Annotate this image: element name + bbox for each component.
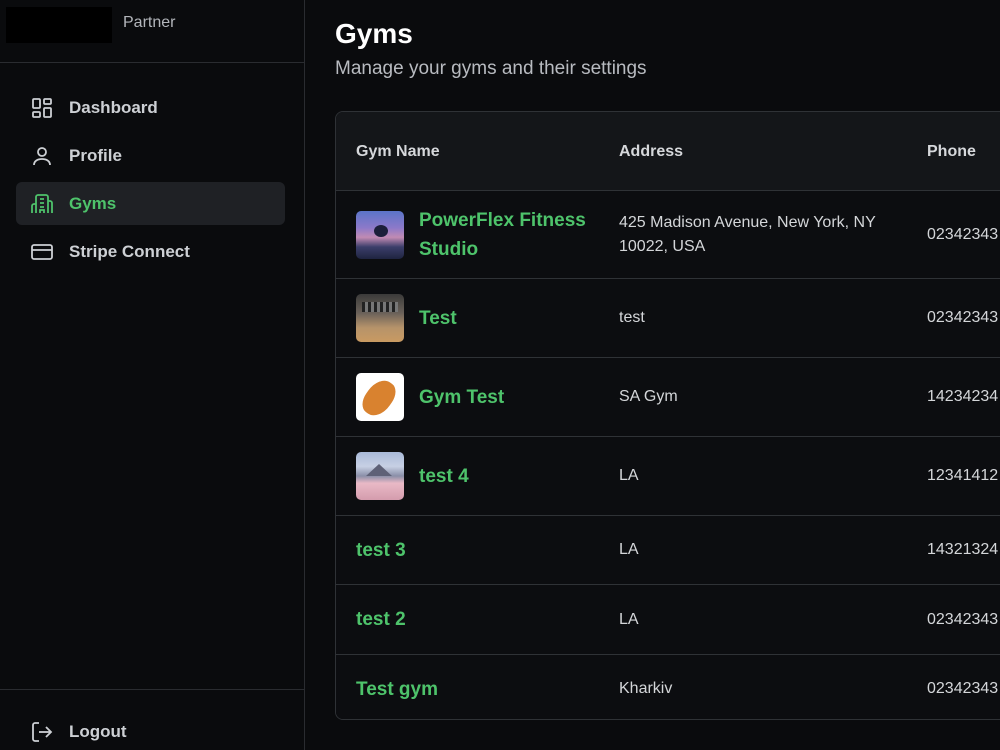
gym-name-cell: test 2	[356, 585, 536, 654]
table-row[interactable]: test 3 LA 14321324	[336, 516, 1000, 585]
gym-phone: 14234234	[927, 388, 999, 405]
credit-card-icon	[30, 240, 54, 264]
gym-name-link[interactable]: Gym Test	[419, 383, 599, 412]
gym-name-cell: Test gym	[356, 655, 536, 719]
gym-name-link[interactable]: Test gym	[356, 675, 536, 704]
user-icon	[30, 144, 54, 168]
page-title: Gyms	[335, 18, 413, 49]
gym-name-link[interactable]: Test	[419, 304, 599, 333]
sidebar-item-stripe-connect[interactable]: Stripe Connect	[16, 230, 285, 273]
brand-suffix: Partner	[123, 14, 176, 31]
sidebar-nav: Dashboard Profile Gyms Stripe Connect	[0, 63, 304, 273]
sidebar-item-dashboard[interactable]: Dashboard	[16, 86, 285, 129]
gym-name-cell: Test	[356, 279, 599, 357]
gym-thumbnail	[356, 210, 404, 259]
table-row[interactable]: PowerFlex Fitness Studio 425 Madison Ave…	[336, 191, 1000, 279]
column-header-address[interactable]: Address	[619, 143, 683, 161]
table-row[interactable]: Test test 02342343	[336, 279, 1000, 358]
gyms-table: Gym Name Address Phone PowerFlex Fitness…	[335, 111, 1000, 720]
gym-address: 425 Madison Avenue, New York, NY 10022, …	[619, 213, 876, 255]
gym-thumbnail	[356, 373, 404, 421]
table-header: Gym Name Address Phone	[336, 112, 1000, 191]
brand: Partner	[0, 0, 304, 63]
building-icon	[30, 192, 54, 216]
gym-name-cell: PowerFlex Fitness Studio	[356, 191, 599, 278]
column-header-phone[interactable]: Phone	[927, 143, 976, 161]
gym-phone: 02342343	[927, 610, 999, 628]
gym-name-cell: test 3	[356, 516, 536, 584]
main-content: Gyms Manage your gyms and their settings…	[305, 0, 1000, 750]
sidebar-item-gyms[interactable]: Gyms	[16, 182, 285, 225]
column-header-gym-name[interactable]: Gym Name	[356, 143, 440, 161]
gym-name-cell: Gym Test	[356, 358, 599, 436]
gym-name-cell: test 4	[356, 437, 599, 515]
sidebar-item-label: Gyms	[69, 193, 117, 213]
gym-phone: 14321324	[927, 541, 999, 558]
gym-address: SA Gym	[619, 388, 678, 405]
gym-name-link[interactable]: test 3	[356, 536, 536, 565]
sidebar-item-label: Dashboard	[69, 97, 158, 117]
sidebar: Partner Dashboard Profile Gyms Stripe Co…	[0, 0, 305, 750]
gym-name-link[interactable]: test 2	[356, 605, 536, 634]
gym-address: LA	[619, 467, 639, 484]
sidebar-item-profile[interactable]: Profile	[16, 134, 285, 177]
brand-logo[interactable]	[6, 7, 112, 43]
gym-phone: 02342343	[927, 309, 999, 326]
gym-phone: 02342343	[927, 680, 999, 697]
dashboard-grid-icon	[30, 96, 54, 120]
gym-phone: 02342343	[927, 225, 999, 243]
table-row[interactable]: test 2 LA 02342343	[336, 585, 1000, 655]
table-row[interactable]: Gym Test SA Gym 14234234	[336, 358, 1000, 437]
gym-address: test	[619, 309, 645, 326]
sidebar-footer: Logout	[0, 689, 304, 750]
gym-thumbnail	[356, 294, 404, 342]
table-row[interactable]: test 4 LA 12341412	[336, 437, 1000, 516]
gym-thumbnail	[356, 452, 404, 500]
gym-address: Kharkiv	[619, 680, 673, 697]
sidebar-item-label: Stripe Connect	[69, 241, 190, 261]
gym-name-link[interactable]: test 4	[419, 462, 599, 491]
table-row[interactable]: Test gym Kharkiv 02342343	[336, 655, 1000, 719]
gym-address: LA	[619, 610, 639, 628]
gym-name-link[interactable]: PowerFlex Fitness Studio	[419, 206, 599, 264]
app-root: Partner Dashboard Profile Gyms Stripe Co…	[0, 0, 1000, 750]
sidebar-item-label: Profile	[69, 145, 122, 165]
logout-label: Logout	[69, 722, 127, 741]
logout-button[interactable]: Logout	[30, 720, 127, 744]
logout-icon	[30, 720, 54, 744]
gym-phone: 12341412	[927, 467, 999, 484]
page-subtitle: Manage your gyms and their settings	[335, 58, 647, 79]
gym-address: LA	[619, 541, 639, 558]
